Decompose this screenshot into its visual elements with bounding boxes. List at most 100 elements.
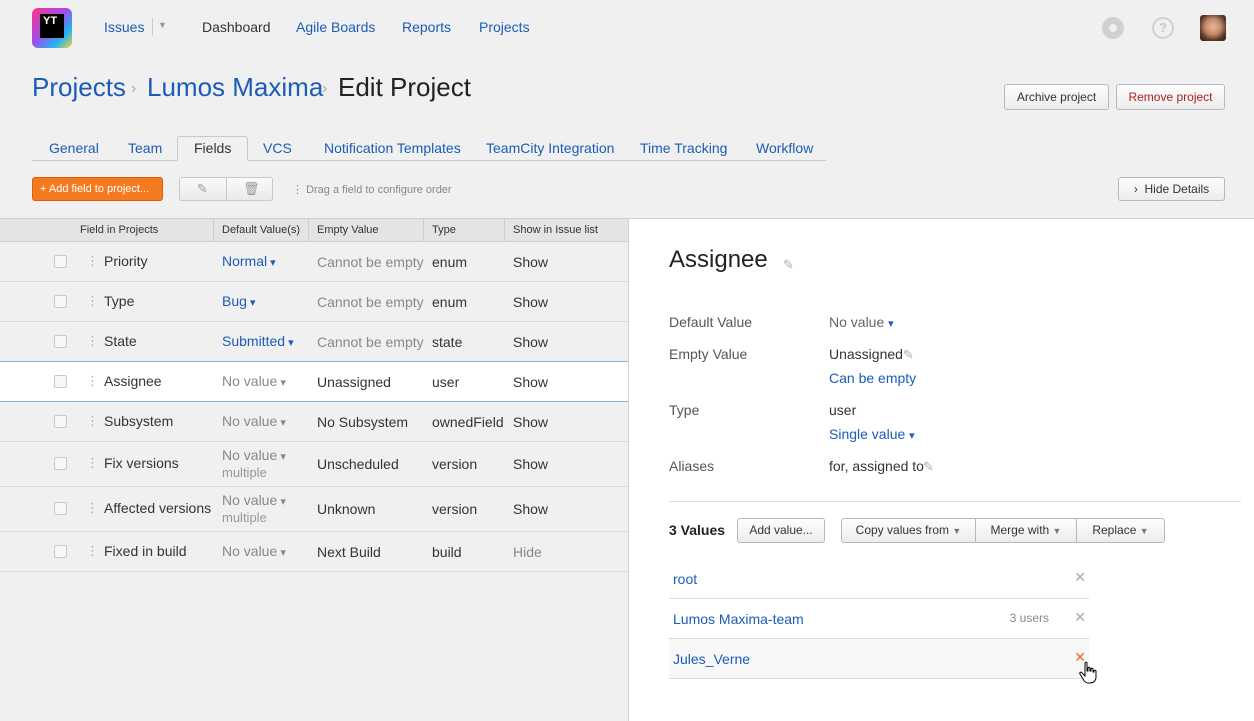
row-checkbox[interactable] bbox=[54, 335, 67, 348]
default-value-text: No value bbox=[829, 314, 885, 330]
remove-value-close-icon[interactable]: ✕ bbox=[1074, 569, 1086, 586]
field-name[interactable]: Subsystem bbox=[104, 413, 173, 429]
show-in-list[interactable]: Show bbox=[513, 414, 548, 430]
table-row[interactable]: ⋮ Affected versions No value multiple Un… bbox=[0, 487, 628, 532]
breadcrumb-projects[interactable]: Projects bbox=[32, 72, 126, 103]
show-in-list[interactable]: Show bbox=[513, 374, 548, 390]
row-checkbox[interactable] bbox=[54, 457, 67, 470]
show-in-list[interactable]: Show bbox=[513, 456, 548, 472]
value-name[interactable]: Jules_Verne bbox=[673, 651, 750, 667]
help-icon[interactable]: ? bbox=[1152, 17, 1174, 39]
value-name[interactable]: root bbox=[673, 571, 697, 587]
drag-handle-icon[interactable]: ⋮ bbox=[86, 293, 99, 309]
row-checkbox[interactable] bbox=[54, 545, 67, 558]
table-row[interactable]: ⋮ Type Bug Cannot be empty enum Show bbox=[0, 282, 628, 322]
replace-button[interactable]: Replace ▼ bbox=[1076, 518, 1165, 543]
drag-handle-icon[interactable]: ⋮ bbox=[86, 373, 99, 389]
table-row[interactable]: ⋮ Fix versions No value multiple Unsched… bbox=[0, 442, 628, 487]
default-value-dropdown[interactable]: Submitted bbox=[222, 333, 294, 349]
default-value-dropdown[interactable]: No value ▾ bbox=[829, 314, 894, 330]
show-in-list[interactable]: Show bbox=[513, 294, 548, 310]
table-row[interactable]: ⋮ Priority Normal Cannot be empty enum S… bbox=[0, 242, 628, 282]
default-value-dropdown[interactable]: No value bbox=[222, 543, 286, 559]
issues-dropdown-icon[interactable]: ▼ bbox=[158, 20, 167, 30]
table-row[interactable]: ⋮ State Submitted Cannot be empty state … bbox=[0, 322, 628, 362]
default-value-dropdown[interactable]: No value bbox=[222, 373, 286, 389]
field-name[interactable]: Fix versions bbox=[104, 455, 179, 471]
row-checkbox[interactable] bbox=[54, 415, 67, 428]
row-checkbox[interactable] bbox=[54, 375, 67, 388]
edit-aliases-pencil-icon[interactable]: ✎ bbox=[923, 459, 934, 475]
value-row-hovered[interactable]: Jules_Verne ✕ bbox=[669, 639, 1089, 679]
field-name[interactable]: Priority bbox=[104, 253, 148, 269]
nav-reports[interactable]: Reports bbox=[402, 19, 451, 35]
user-avatar[interactable] bbox=[1200, 15, 1226, 41]
show-in-list[interactable]: Show bbox=[513, 254, 548, 270]
nav-agile-boards[interactable]: Agile Boards bbox=[296, 19, 375, 35]
cardinality-dropdown[interactable]: Single value ▾ bbox=[829, 426, 915, 442]
empty-value: Cannot be empty bbox=[317, 294, 424, 310]
column-header-default[interactable]: Default Value(s) bbox=[222, 224, 300, 236]
row-checkbox[interactable] bbox=[54, 295, 67, 308]
drag-handle-icon[interactable]: ⋮ bbox=[86, 543, 99, 559]
edit-empty-value-pencil-icon[interactable]: ✎ bbox=[903, 347, 914, 363]
field-name[interactable]: Type bbox=[104, 293, 134, 309]
field-name[interactable]: Assignee bbox=[104, 373, 162, 389]
field-type: ownedField bbox=[432, 414, 504, 430]
remove-value-close-icon[interactable]: ✕ bbox=[1074, 609, 1086, 626]
column-header-empty[interactable]: Empty Value bbox=[317, 224, 379, 236]
show-in-list[interactable]: Show bbox=[513, 334, 548, 350]
show-in-list[interactable]: Show bbox=[513, 501, 548, 517]
tab-notification-templates[interactable]: Notification Templates bbox=[324, 140, 461, 156]
drag-handle-icon[interactable]: ⋮ bbox=[86, 253, 99, 269]
row-checkbox[interactable] bbox=[54, 502, 67, 515]
table-row[interactable]: ⋮ Subsystem No value No Subsystem ownedF… bbox=[0, 402, 628, 442]
nav-issues[interactable]: Issues bbox=[104, 19, 144, 35]
copy-values-from-button[interactable]: Copy values from ▼ bbox=[841, 518, 976, 543]
default-value-dropdown[interactable]: No value bbox=[222, 447, 286, 463]
tab-vcs[interactable]: VCS bbox=[263, 140, 292, 156]
hide-details-button[interactable]: › Hide Details bbox=[1118, 177, 1225, 201]
default-value-dropdown[interactable]: No value bbox=[222, 492, 286, 508]
tab-teamcity-integration[interactable]: TeamCity Integration bbox=[486, 140, 614, 156]
nav-projects[interactable]: Projects bbox=[479, 19, 530, 35]
edit-title-pencil-icon[interactable]: ✎ bbox=[783, 257, 794, 273]
default-value-dropdown[interactable]: Normal bbox=[222, 253, 276, 269]
youtrack-logo[interactable]: YT bbox=[32, 8, 72, 48]
drag-handle-icon[interactable]: ⋮ bbox=[86, 455, 99, 471]
default-value-dropdown[interactable]: Bug bbox=[222, 293, 256, 309]
add-value-button[interactable]: Add value... bbox=[737, 518, 825, 543]
remove-project-button[interactable]: Remove project bbox=[1116, 84, 1225, 110]
archive-project-button[interactable]: Archive project bbox=[1004, 84, 1109, 110]
tab-time-tracking[interactable]: Time Tracking bbox=[640, 140, 727, 156]
drag-handle-icon[interactable]: ⋮ bbox=[86, 500, 99, 516]
nav-dashboard[interactable]: Dashboard bbox=[202, 19, 271, 35]
tab-fields[interactable]: Fields bbox=[177, 136, 249, 161]
value-row[interactable]: root ✕ bbox=[669, 559, 1089, 599]
tab-team[interactable]: Team bbox=[128, 140, 162, 156]
can-be-empty-link[interactable]: Can be empty bbox=[829, 370, 916, 386]
tab-workflow[interactable]: Workflow bbox=[756, 140, 813, 156]
drag-handle-icon[interactable]: ⋮ bbox=[86, 413, 99, 429]
table-row-selected[interactable]: ⋮ Assignee No value Unassigned user Show bbox=[0, 361, 628, 402]
drag-handle-icon[interactable]: ⋮ bbox=[86, 333, 99, 349]
table-row[interactable]: ⋮ Fixed in build No value Next Build bui… bbox=[0, 532, 628, 572]
pencil-icon[interactable]: ✎ bbox=[197, 181, 208, 197]
settings-gear-icon[interactable] bbox=[1102, 17, 1124, 39]
field-name[interactable]: State bbox=[104, 333, 137, 349]
default-value-dropdown[interactable]: No value bbox=[222, 413, 286, 429]
field-name[interactable]: Affected versions bbox=[104, 500, 211, 516]
value-name[interactable]: Lumos Maxima-team bbox=[673, 611, 804, 627]
show-in-list[interactable]: Hide bbox=[513, 544, 542, 560]
value-row[interactable]: Lumos Maxima-team 3 users ✕ bbox=[669, 599, 1089, 639]
field-name[interactable]: Fixed in build bbox=[104, 543, 187, 559]
trash-icon[interactable]: 🗑 bbox=[243, 181, 260, 197]
add-field-button[interactable]: + Add field to project... bbox=[32, 177, 163, 201]
row-checkbox[interactable] bbox=[54, 255, 67, 268]
breadcrumb-project[interactable]: Lumos Maxima bbox=[147, 72, 323, 103]
merge-with-button[interactable]: Merge with ▼ bbox=[975, 518, 1077, 543]
tab-general[interactable]: General bbox=[49, 140, 99, 156]
column-header-field[interactable]: Field in Projects bbox=[80, 224, 158, 236]
column-header-show[interactable]: Show in Issue list bbox=[513, 224, 598, 236]
column-header-type[interactable]: Type bbox=[432, 224, 456, 236]
